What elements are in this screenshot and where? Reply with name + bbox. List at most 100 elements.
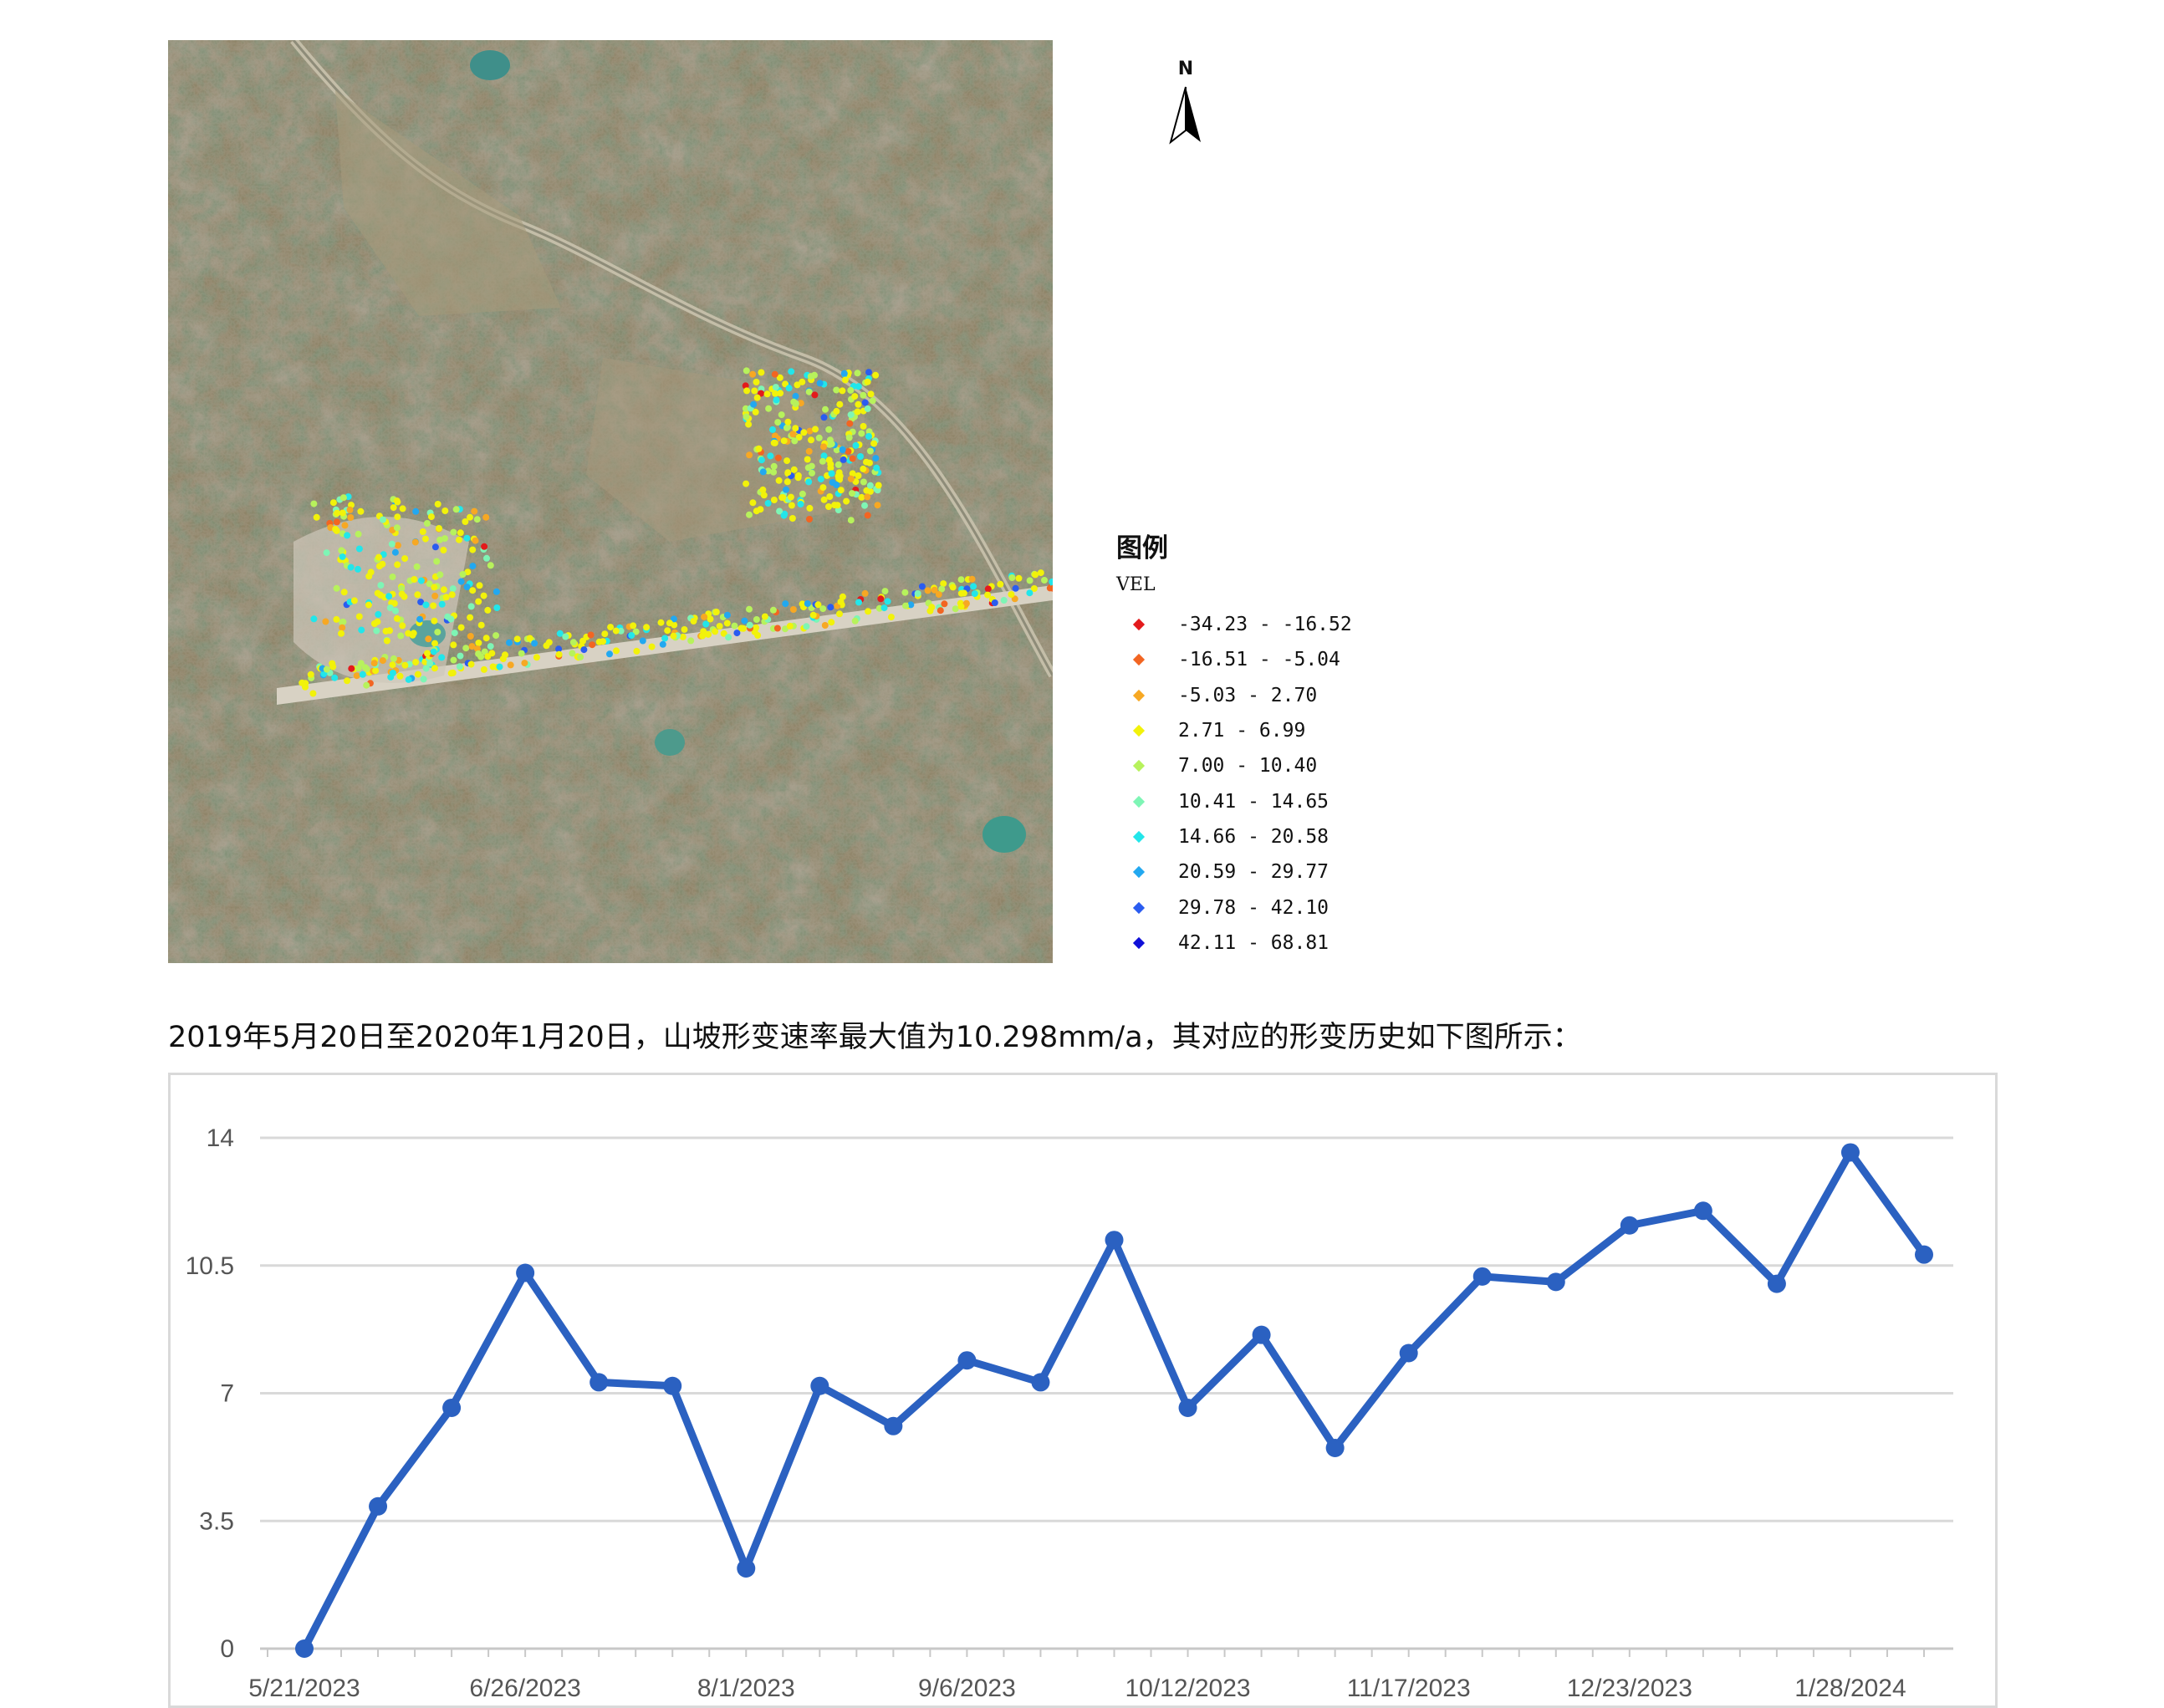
legend-item-label: -34.23 - -16.52 [1178,614,1352,636]
deformation-point [865,369,872,376]
deformation-point [805,478,813,486]
deformation-point [1026,577,1034,584]
deformation-point [806,504,814,512]
deformation-point [361,664,369,671]
deformation-point [757,506,764,513]
legend-items: -34.23 - -16.52 -16.51 - -5.04 -5.03 - 2.7… [1116,607,1451,961]
legend-item: 10.41 - 14.65 [1116,783,1451,818]
legend-swatch [1132,724,1146,737]
deformation-point [819,605,827,613]
deformation-point [760,492,768,499]
series-line [301,1148,1927,1651]
data-point [1472,1267,1492,1286]
deformation-point [309,690,317,697]
deformation-point [413,563,421,570]
deformation-point [851,393,859,400]
deformation-point [577,653,584,660]
deformation-point [743,413,750,421]
deformation-point [867,390,875,398]
deformation-point [860,465,867,472]
legend-swatch [1132,901,1146,914]
deformation-point [390,655,397,662]
deformation-point [970,583,977,590]
deformation-point [438,600,446,608]
deformation-point [751,387,758,395]
deformation-point [924,587,931,594]
deformation-point [580,646,588,654]
deformation-point [329,660,336,667]
deformation-point [440,586,447,594]
deformation-point [333,584,340,592]
deformation-point [483,554,490,562]
deformation-point [379,657,386,665]
deformation-point [1041,577,1048,584]
deformation-point [852,441,860,449]
map-legend: 图例 VEL -34.23 - -16.52 -16.51 - -5.04 -5.0… [1116,527,1451,961]
data-point [1105,1231,1124,1250]
deformation-point [820,496,828,503]
data-point [1620,1216,1639,1235]
deformation-point [347,514,355,521]
deformation-point [396,672,404,680]
deformation-point [467,633,474,640]
deformation-point [804,600,811,607]
deformation-point [372,667,380,675]
deformation-point [788,368,795,375]
deformation-point [355,613,363,620]
deformation-point [405,630,412,637]
deformation-point [847,475,855,482]
deformation-point [701,613,708,620]
deformation-point [333,615,340,623]
map-image [168,40,1053,963]
deformation-point [475,598,482,605]
legend-item: 7.00 - 10.40 [1116,748,1451,783]
legend-item-label: -5.03 - 2.70 [1178,684,1318,706]
deformation-point [791,437,799,445]
deformation-point [820,414,828,421]
deformation-point [937,607,944,614]
legend-swatch [1132,654,1146,666]
data-point [810,1376,829,1395]
deformation-point [827,604,834,611]
legend-item-label: -16.51 - -5.04 [1178,649,1340,671]
deformation-point [506,639,513,646]
deformation-point [431,617,438,625]
deformation-point [835,469,843,477]
north-arrow-icon [1161,60,1211,152]
data-point [1546,1272,1565,1292]
deformation-point [664,627,671,635]
deformation-point [431,592,439,599]
deformation-point [411,538,419,546]
deformation-point [533,654,540,661]
deformation-point [773,625,781,632]
deformation-point [385,593,393,600]
data-point [1252,1325,1271,1344]
x-tick-label: 11/17/2023 [1347,1675,1471,1702]
deformation-point [712,628,719,635]
data-point [1767,1274,1786,1293]
data-point [369,1496,388,1516]
deformation-point [864,512,871,519]
deformation-point [375,553,382,561]
deformation-point [845,434,853,441]
deformation-point [880,604,888,612]
legend-item-label: 7.00 - 10.40 [1178,755,1318,778]
deformation-point [436,536,444,543]
y-tick-label: 0 [220,1635,234,1663]
deformation-point [339,494,347,502]
deformation-point [772,384,779,391]
deformation-point [438,654,446,661]
deformation-point [488,650,496,657]
deformation-point [815,434,823,441]
deformation-point [434,629,441,636]
deformation-point [463,584,471,591]
deformation-point [449,585,457,593]
deformation-point [731,622,738,630]
deformation-point [809,469,815,477]
deformation-point [521,660,528,667]
deformation-point [339,553,346,560]
deformation-point [457,624,465,631]
deformation-point [725,634,732,641]
deformation-point [419,528,426,535]
deformation-point [1015,574,1023,582]
